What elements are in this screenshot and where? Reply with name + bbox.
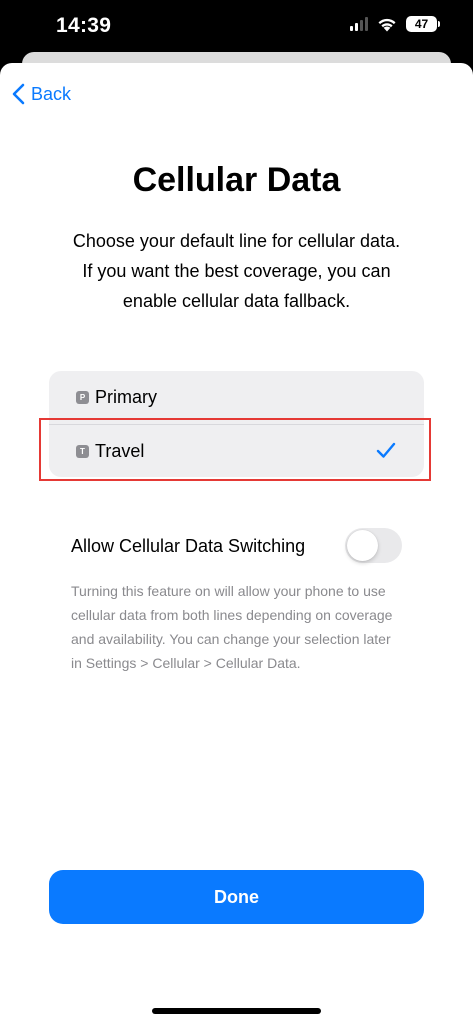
data-switching-label: Allow Cellular Data Switching xyxy=(71,536,306,556)
line-label: Travel xyxy=(95,440,145,461)
page-subtitle: Choose your default line for cellular da… xyxy=(72,231,401,311)
page-title: Cellular Data xyxy=(132,161,341,199)
line-label: Primary xyxy=(95,387,157,407)
toggle-knob xyxy=(347,530,378,561)
back-label: Back xyxy=(31,83,72,104)
line-row-primary[interactable]: P Primary xyxy=(49,371,424,424)
line-row-travel[interactable]: T Travel xyxy=(49,424,424,477)
done-button[interactable]: Done xyxy=(49,870,424,924)
sim-badge-icon: T xyxy=(76,444,89,458)
chevron-left-icon xyxy=(12,83,25,105)
status-time: 14:39 xyxy=(56,14,112,37)
home-indicator xyxy=(152,1008,321,1014)
status-icons: 47 xyxy=(350,16,440,32)
cellular-data-sheet: Back Cellular Data Choose your default l… xyxy=(0,63,473,1023)
back-button[interactable]: Back xyxy=(12,83,71,105)
sim-badge-icon: P xyxy=(76,391,89,404)
data-switching-toggle[interactable] xyxy=(345,528,402,563)
data-switching-description: Turning this feature on will allow your … xyxy=(71,583,393,671)
battery-icon: 47 xyxy=(406,16,440,32)
wifi-icon xyxy=(378,18,396,31)
status-bar: 14:39 47 xyxy=(0,0,473,56)
line-list: P Primary T Travel xyxy=(49,371,424,477)
cellular-signal-icon xyxy=(350,17,368,31)
checkmark-icon xyxy=(376,442,396,458)
